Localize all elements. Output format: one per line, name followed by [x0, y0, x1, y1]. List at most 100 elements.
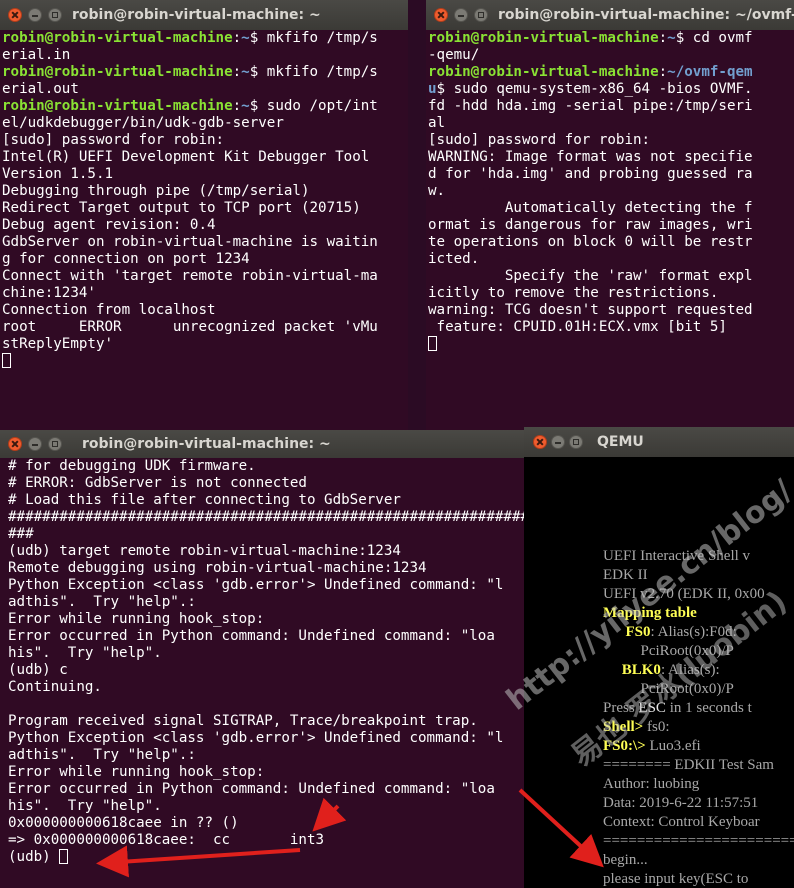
terminal-line: [sudo] password for robin: — [428, 132, 792, 149]
qemu-console-line: UEFI v2.70 (EDK II, 0x00 — [603, 585, 765, 604]
terminal-line: w. — [428, 183, 792, 200]
terminal-output[interactable]: robin@robin-virtual-machine:~$ mkfifo /t… — [0, 30, 408, 437]
terminal-line: WARNING: Image format was not specifie — [428, 149, 792, 166]
minimize-icon[interactable] — [454, 8, 468, 22]
qemu-display[interactable]: UEFI Interactive Shell v EDK II UEFI v2.70… — [524, 457, 794, 888]
qemu-console-line: EDK II — [603, 566, 648, 585]
line-text: in 1 seconds t — [665, 700, 752, 716]
terminal-line: Connection from localhost — [2, 302, 406, 319]
prompt-path: ~ — [667, 30, 676, 46]
minimize-icon[interactable] — [28, 8, 42, 22]
maximize-icon[interactable] — [48, 437, 62, 451]
line-text: adthis". Try "help".: — [8, 747, 196, 763]
line-text: PciRoot(0x0)/P — [603, 643, 734, 659]
line-text: fs0: — [646, 719, 670, 735]
terminal-line: Error occurred in Python command: Undefi… — [8, 781, 522, 798]
title-bar[interactable]: QEMU — [524, 427, 794, 457]
close-icon[interactable] — [533, 435, 547, 449]
terminal-line: => 0x000000000618caee: cc int3 — [8, 832, 522, 849]
line-text: EDK II — [603, 567, 648, 583]
line-text: GdbServer on robin-virtual-machine is wa… — [2, 234, 378, 250]
line-text: [sudo] password for robin: — [428, 132, 651, 148]
close-icon[interactable] — [8, 8, 22, 22]
terminal-output[interactable]: # for debugging UDK firmware. # ERROR: Gd… — [0, 458, 530, 888]
line-text: Specify the 'raw' format expl — [428, 268, 753, 284]
terminal-line: GdbServer on robin-virtual-machine is wa… — [2, 234, 406, 251]
terminal-line: ### — [8, 526, 522, 543]
line-text: Error occurred in Python command: Undefi… — [8, 628, 495, 644]
line-text: al — [428, 115, 446, 131]
line-text: Data: 2019-6-22 11:57:51 — [603, 795, 759, 811]
terminal-line: icted. — [428, 251, 792, 268]
close-icon[interactable] — [8, 437, 22, 451]
minimize-icon[interactable] — [551, 435, 565, 449]
terminal-line: chine:1234' — [2, 285, 406, 302]
terminal-line: Debug agent revision: 0.4 — [2, 217, 406, 234]
line-text: : — [232, 64, 242, 80]
maximize-icon[interactable] — [48, 8, 62, 22]
terminal-output[interactable]: robin@robin-virtual-machine:~$ cd ovmf -q… — [426, 30, 794, 437]
line-text: : — [658, 64, 668, 80]
maximize-icon[interactable] — [474, 8, 488, 22]
line-text: el/udkdebugger/bin/udk-gdb-server — [2, 115, 284, 131]
window-title: QEMU — [597, 434, 644, 450]
line-text: Connect with 'target remote robin-virtua… — [2, 268, 378, 284]
terminal-line: (udb) c — [8, 662, 522, 679]
qemu-window: QEMU UEFI Interactive Shell v EDK II UEFI … — [524, 427, 794, 888]
terminal-line: feature: CPUID.01H:ECX.vmx [bit 5] — [428, 319, 792, 336]
prompt-path: u — [428, 81, 437, 97]
line-text: te operations on block 0 will be restr — [428, 234, 753, 250]
terminal-line: Connect with 'target remote robin-virtua… — [2, 268, 406, 285]
qemu-console-line: BLK0: Alias(s): — [603, 661, 720, 680]
title-bar[interactable]: robin@robin-virtual-machine: ~ — [0, 430, 530, 458]
line-text: BLK0 — [621, 662, 661, 678]
terminal-line: Error occurred in Python command: Undefi… — [8, 628, 522, 645]
terminal-line: Continuing. — [8, 679, 522, 696]
prompt-user: robin@robin-virtual-machine — [2, 98, 233, 114]
qemu-console-line: UEFI Interactive Shell v — [603, 547, 750, 566]
minimize-icon[interactable] — [28, 437, 42, 451]
line-text — [603, 624, 626, 640]
prompt-user: robin@robin-virtual-machine — [428, 64, 659, 80]
line-text: Mapping table — [603, 605, 697, 621]
terminal-line: robin@robin-virtual-machine:~/ovmf-qem — [428, 64, 792, 81]
terminal-line: 0x000000000618caee in ?? () — [8, 815, 522, 832]
terminal-line: robin@robin-virtual-machine:~$ cd ovmf — [428, 30, 792, 47]
line-text: Version 1.5.1 — [2, 166, 114, 182]
line-text: Error occurred in Python command: Undefi… — [8, 781, 495, 797]
qemu-console-line: Press ESC in 1 seconds t — [603, 699, 752, 718]
line-text: : Alias(s): — [660, 662, 720, 678]
line-text: his". Try "help". — [8, 798, 162, 814]
line-text: : — [232, 98, 242, 114]
line-text: his". Try "help". — [8, 645, 162, 661]
prompt-path: ~ — [241, 30, 250, 46]
line-text: FS0:\> — [603, 738, 650, 754]
qemu-console-line: begin... — [603, 851, 648, 870]
terminal-line: robin@robin-virtual-machine:~$ sudo /opt… — [2, 98, 406, 115]
line-text: w. — [428, 183, 446, 199]
terminal-line: g for connection on port 1234 — [2, 251, 406, 268]
close-icon[interactable] — [434, 8, 448, 22]
line-text: icted. — [428, 251, 480, 267]
line-text: root ERROR unrecognized packet 'vMu — [2, 319, 378, 335]
terminal-line — [2, 353, 406, 370]
line-text: Author: luobing — [603, 776, 700, 792]
line-text: Debugging through pipe (/tmp/serial) — [2, 183, 310, 199]
title-bar[interactable]: robin@robin-virtual-machine: ~ — [0, 0, 408, 30]
line-text: Remote debugging using robin-virtual-mac… — [8, 560, 427, 576]
terminal-line: te operations on block 0 will be restr — [428, 234, 792, 251]
terminal-line: Debugging through pipe (/tmp/serial) — [2, 183, 406, 200]
line-text: (udb) target remote robin-virtual-machin… — [8, 543, 401, 559]
line-text: # for debugging UDK firmware. — [8, 458, 256, 474]
maximize-icon[interactable] — [569, 435, 583, 449]
line-text: chine:1234' — [2, 285, 96, 301]
terminal-line: Python Exception <class 'gdb.error'> Und… — [8, 730, 522, 747]
line-text: # ERROR: GdbServer is not connected — [8, 475, 307, 491]
line-text: Connection from localhost — [2, 302, 216, 318]
terminal-line: el/udkdebugger/bin/udk-gdb-server — [2, 115, 406, 132]
line-text: $ sudo qemu-system-x86_64 -bios OVMF. — [436, 81, 753, 97]
terminal-line: u$ sudo qemu-system-x86_64 -bios OVMF. — [428, 81, 792, 98]
line-text: ESC — [638, 700, 666, 716]
line-text: : — [232, 30, 242, 46]
title-bar[interactable]: robin@robin-virtual-machine: ~/ovmf- — [426, 0, 794, 30]
